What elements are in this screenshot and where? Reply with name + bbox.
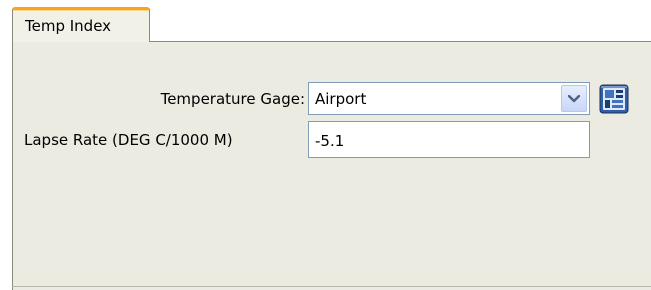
chevron-down-icon [568,95,580,103]
temperature-gage-label: Temperature Gage: [160,90,305,108]
lapse-rate-input[interactable]: -5.1 [308,121,590,158]
data-editor-icon [599,84,629,114]
temperature-gage-select[interactable]: Airport [308,82,590,115]
gage-editor-button[interactable] [599,84,629,114]
temp-index-window: Temp Index Temperature Gage: Airport Lap… [0,0,651,290]
tab-strip-divider [150,41,651,42]
tab-label: Temp Index [25,17,112,35]
dropdown-button[interactable] [561,85,587,112]
tab-temp-index[interactable]: Temp Index [12,7,150,42]
lapse-rate-label: Lapse Rate (DEG C/1000 M) [24,131,233,149]
tab-panel [12,41,651,290]
temperature-gage-value: Airport [315,90,367,108]
lapse-rate-value: -5.1 [315,132,345,150]
panel-divider [12,286,651,287]
